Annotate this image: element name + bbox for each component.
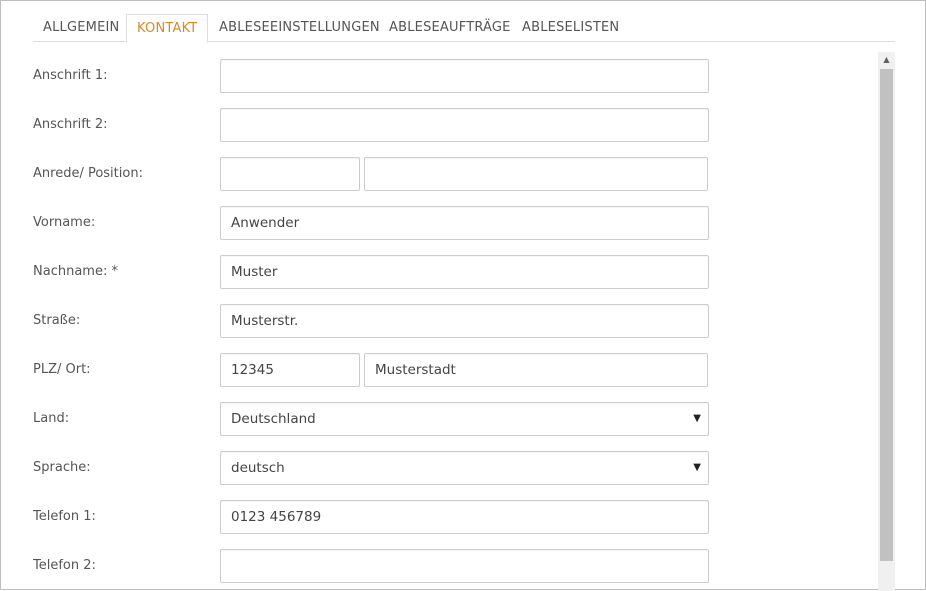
- anrede-position-label: Anrede/ Position:: [33, 166, 143, 181]
- chevron-down-icon: ▼: [693, 462, 701, 473]
- anschrift1-label: Anschrift 1:: [33, 68, 108, 83]
- contact-form: Anschrift 1: Anschrift 2: Anrede/ Positi…: [33, 51, 873, 591]
- ort-input[interactable]: Musterstadt: [364, 353, 708, 387]
- anschrift2-input[interactable]: [220, 108, 709, 142]
- telefon1-label: Telefon 1:: [33, 509, 96, 524]
- plz-input[interactable]: 12345: [220, 353, 360, 387]
- scroll-up-arrow-icon[interactable]: ▲: [878, 52, 895, 68]
- anrede-input[interactable]: [220, 157, 360, 191]
- tab-allgemein[interactable]: ALLGEMEIN: [33, 14, 129, 42]
- sprache-select-value: deutsch: [231, 460, 285, 476]
- tab-ableselisten[interactable]: ABLESELISTEN: [512, 14, 629, 42]
- vorname-label: Vorname:: [33, 215, 96, 230]
- nachname-label: Nachname: *: [33, 264, 118, 279]
- anschrift2-label: Anschrift 2:: [33, 117, 108, 132]
- land-select-value: Deutschland: [231, 411, 316, 427]
- sprache-label: Sprache:: [33, 460, 91, 475]
- anschrift1-input[interactable]: [220, 59, 709, 93]
- nachname-input[interactable]: Muster: [220, 255, 709, 289]
- tab-kontakt[interactable]: KONTAKT: [126, 14, 209, 43]
- window-frame: ALLGEMEIN KONTAKT ABLESEEINSTELLUNGEN AB…: [0, 0, 926, 591]
- land-select[interactable]: Deutschland ▼: [220, 402, 709, 436]
- telefon2-input[interactable]: [220, 549, 709, 583]
- vorname-input[interactable]: Anwender: [220, 206, 709, 240]
- telefon1-input[interactable]: 0123 456789: [220, 500, 709, 534]
- scrollbar-thumb[interactable]: [880, 69, 893, 561]
- tab-ableseeinstellungen[interactable]: ABLESEEINSTELLUNGEN: [209, 14, 390, 42]
- chevron-down-icon: ▼: [693, 413, 701, 424]
- land-label: Land:: [33, 411, 70, 426]
- position-input[interactable]: [364, 157, 708, 191]
- tab-bar: ALLGEMEIN KONTAKT ABLESEEINSTELLUNGEN AB…: [33, 14, 895, 43]
- tab-ableseauftraege[interactable]: ABLESEAUFTRÄGE: [379, 14, 521, 42]
- sprache-select[interactable]: deutsch ▼: [220, 451, 709, 485]
- strasse-input[interactable]: Musterstr.: [220, 304, 709, 338]
- telefon2-label: Telefon 2:: [33, 558, 96, 573]
- strasse-label: Straße:: [33, 313, 81, 328]
- vertical-scrollbar[interactable]: ▲: [878, 52, 895, 591]
- plz-ort-label: PLZ/ Ort:: [33, 362, 91, 377]
